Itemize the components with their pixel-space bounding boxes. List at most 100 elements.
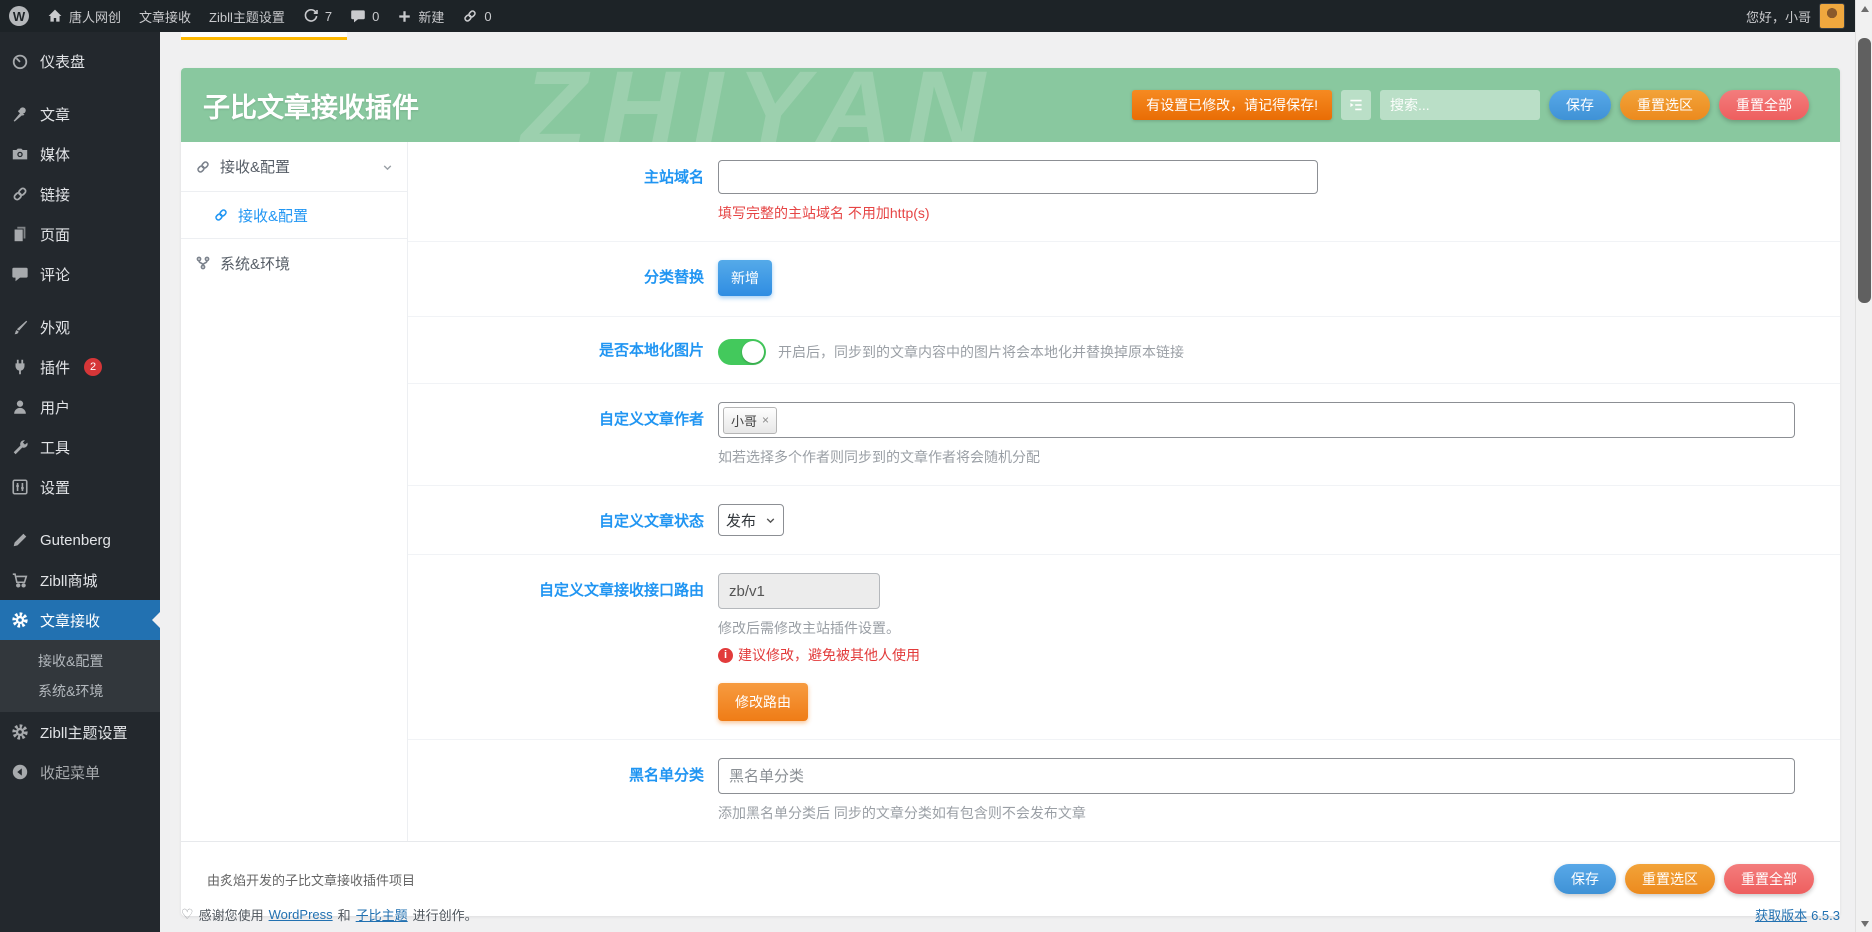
settings-panel-nav: 接收&配置 接收&配置 系统&环境	[181, 142, 408, 841]
watermark-text: ZHIYAN	[521, 68, 999, 142]
plugin-icon	[10, 358, 30, 376]
footer-save-button[interactable]: 保存	[1554, 864, 1616, 894]
search-input[interactable]	[1380, 90, 1540, 120]
scroll-up-button[interactable]	[1856, 0, 1872, 17]
scrollbar-thumb[interactable]	[1858, 38, 1871, 303]
footer-reset-section-button[interactable]: 重置选区	[1625, 864, 1715, 894]
author-tag-label: 小哥	[731, 411, 757, 430]
sidebar-item-pages[interactable]: 页面	[0, 214, 160, 254]
form-row-custom-author: 自定义文章作者 小哥 × 如若选择多个作者则同步到的文章作者将会随机分配	[408, 384, 1840, 486]
wordpress-link[interactable]: WordPress	[269, 907, 333, 922]
settings-card-body: 接收&配置 接收&配置 系统&环境 主站域名 填	[181, 142, 1840, 841]
sidebar-item-label: 工具	[40, 437, 70, 458]
settings-form: 主站域名 填写完整的主站域名 不用加http(s) 分类替换 新增 是否本地化图…	[408, 142, 1840, 841]
field-label: 自定义文章作者	[408, 384, 718, 485]
thanks-line: ♡ 感谢您使用WordPress和子比主题进行创作。	[181, 905, 478, 924]
page-footer: ♡ 感谢您使用WordPress和子比主题进行创作。 获取版本6.5.3	[181, 905, 1840, 924]
panel-toggle-button[interactable]	[1341, 90, 1371, 120]
links-count: 0	[484, 9, 491, 24]
version-number: 6.5.3	[1811, 908, 1840, 923]
chevron-down-icon	[765, 515, 776, 526]
sidebar-item-zibll-theme-settings[interactable]: Zibll主题设置	[0, 712, 160, 752]
adminbar-zibll-settings[interactable]: Zibll主题设置	[200, 0, 294, 32]
api-route-warning: i 建议修改，避免被其他人使用	[718, 645, 1806, 665]
sidebar-item-links[interactable]: 链接	[0, 174, 160, 214]
site-name-menu[interactable]: 唐人网创	[38, 0, 130, 32]
thanks-suffix: 进行创作。	[413, 905, 478, 924]
post-status-select[interactable]: 发布	[718, 504, 784, 536]
blacklist-input[interactable]	[718, 758, 1795, 794]
pages-icon	[10, 225, 30, 243]
nav-group-receive-config[interactable]: 接收&配置	[181, 142, 407, 192]
adminbar-article-receive[interactable]: 文章接收	[130, 0, 200, 32]
avatar[interactable]	[1819, 3, 1845, 29]
sidebar-item-label: 链接	[40, 184, 70, 205]
thanks-and: 和	[338, 905, 351, 924]
author-tags-input[interactable]: 小哥 ×	[718, 402, 1795, 438]
domain-input[interactable]	[718, 160, 1318, 194]
sidebar-item-media[interactable]: 媒体	[0, 134, 160, 174]
link-icon	[213, 207, 229, 223]
sidebar-item-label: 文章接收	[40, 610, 100, 631]
branch-icon	[195, 255, 211, 271]
comment-icon	[350, 8, 366, 24]
sidebar-item-users[interactable]: 用户	[0, 387, 160, 427]
sidebar-item-label: 页面	[40, 224, 70, 245]
admin-bar-right: 您好，小哥	[1746, 0, 1855, 32]
nav-item-system-env[interactable]: 系统&环境	[181, 239, 407, 287]
form-row-category-replace: 分类替换 新增	[408, 242, 1840, 317]
field-label: 自定义文章状态	[408, 486, 718, 554]
modify-route-button[interactable]: 修改路由	[718, 683, 808, 721]
author-hint: 如若选择多个作者则同步到的文章作者将会随机分配	[718, 447, 1806, 467]
sidebar-item-plugins[interactable]: 插件 2	[0, 347, 160, 387]
submenu-item-system-env[interactable]: 系统&环境	[0, 676, 160, 706]
sidebar-item-article-receive[interactable]: 文章接收	[0, 600, 160, 640]
footer-reset-all-button[interactable]: 重置全部	[1724, 864, 1814, 894]
sidebar-item-label: 用户	[40, 397, 70, 418]
sidebar-item-label: 收起菜单	[40, 762, 100, 783]
sidebar-item-label: Gutenberg	[40, 532, 111, 549]
sidebar-item-gutenberg[interactable]: Gutenberg	[0, 520, 160, 560]
reset-all-button[interactable]: 重置全部	[1719, 90, 1809, 120]
updates-menu[interactable]: 7	[294, 0, 341, 32]
links-counter-menu[interactable]: 0	[453, 0, 500, 32]
nav-subitem-receive-config-active[interactable]: 接收&配置	[181, 192, 407, 239]
heart-icon: ♡	[181, 906, 194, 923]
reset-section-button[interactable]: 重置选区	[1620, 90, 1710, 120]
scroll-down-button[interactable]	[1856, 915, 1872, 932]
home-icon	[47, 8, 63, 24]
info-icon: i	[718, 648, 733, 663]
sidebar-item-posts[interactable]: 文章	[0, 94, 160, 134]
adminbar-article-receive-label: 文章接收	[139, 7, 191, 26]
new-content-menu[interactable]: 新建	[388, 0, 453, 32]
comments-menu[interactable]: 0	[341, 0, 388, 32]
api-route-input[interactable]	[718, 573, 880, 609]
remove-tag-icon[interactable]: ×	[762, 413, 769, 427]
zibll-theme-link[interactable]: 子比主题	[356, 905, 408, 924]
unsaved-changes-alert: 有设置已修改，请记得保存!	[1132, 90, 1332, 120]
add-category-button[interactable]: 新增	[718, 260, 772, 296]
sidebar-item-appearance[interactable]: 外观	[0, 307, 160, 347]
get-version-link[interactable]: 获取版本	[1755, 908, 1807, 923]
author-tag: 小哥 ×	[723, 407, 777, 434]
sidebar-item-tools[interactable]: 工具	[0, 427, 160, 467]
api-route-hint: 修改后需修改主站插件设置。	[718, 618, 1806, 638]
localize-images-toggle[interactable]	[718, 339, 766, 365]
sidebar-item-comments[interactable]: 评论	[0, 254, 160, 294]
link-icon	[10, 185, 30, 203]
sidebar-item-zibll-shop[interactable]: Zibll商城	[0, 560, 160, 600]
admin-bar-left: W 唐人网创 文章接收 Zibll主题设置 7 0 新建 0	[0, 0, 501, 32]
save-button[interactable]: 保存	[1549, 90, 1611, 120]
submenu-item-receive-config[interactable]: 接收&配置	[0, 646, 160, 676]
cutoff-notice-tab	[181, 32, 347, 40]
wordpress-logo-menu[interactable]: W	[0, 0, 38, 32]
field-label: 黑名单分类	[408, 740, 718, 841]
site-name-label: 唐人网创	[69, 7, 121, 26]
sidebar-item-collapse-menu[interactable]: 收起菜单	[0, 752, 160, 792]
sidebar-item-settings[interactable]: 设置	[0, 467, 160, 507]
update-count: 7	[325, 9, 332, 24]
camera-icon	[10, 145, 30, 163]
greeting-label[interactable]: 您好，小哥	[1746, 7, 1811, 26]
sidebar-item-dashboard[interactable]: 仪表盘	[0, 41, 160, 81]
sliders-icon	[10, 478, 30, 496]
